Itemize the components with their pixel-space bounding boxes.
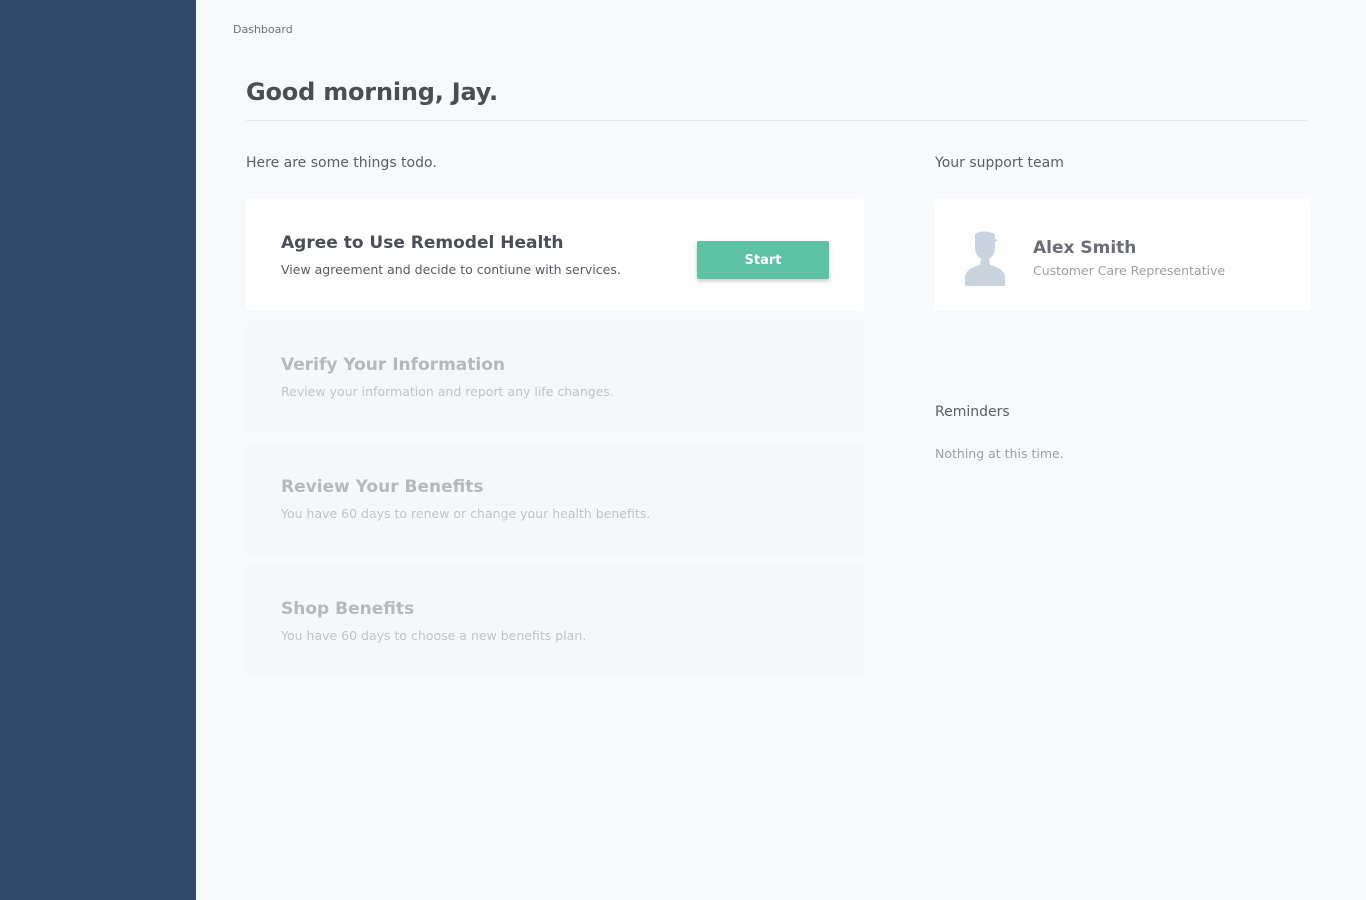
- reminders-empty-text: Nothing at this time.: [935, 446, 1064, 461]
- task-description: You have 60 days to choose a new benefit…: [281, 628, 587, 643]
- main-content: Dashboard Good morning, Jay. Here are so…: [196, 0, 1366, 900]
- start-button[interactable]: Start: [697, 241, 829, 279]
- support-agent-card[interactable]: Alex Smith Customer Care Representative: [935, 199, 1311, 311]
- page-title: Good morning, Jay.: [246, 78, 498, 106]
- task-description: View agreement and decide to contiune wi…: [281, 262, 621, 277]
- task-description: You have 60 days to renew or change your…: [281, 506, 651, 521]
- sidebar: [0, 0, 196, 900]
- breadcrumb[interactable]: Dashboard: [233, 23, 293, 36]
- task-card-verify-information: Verify Your Information Review your info…: [246, 321, 864, 433]
- task-title: Review Your Benefits: [281, 477, 484, 497]
- task-title: Agree to Use Remodel Health: [281, 233, 564, 253]
- title-divider: [246, 120, 1307, 121]
- task-card-review-benefits: Review Your Benefits You have 60 days to…: [246, 443, 864, 555]
- support-team-heading: Your support team: [935, 155, 1064, 171]
- task-description: Review your information and report any l…: [281, 384, 614, 399]
- person-silhouette-icon: [965, 231, 1005, 286]
- agent-name: Alex Smith: [1033, 238, 1137, 258]
- task-title: Verify Your Information: [281, 355, 506, 375]
- reminders-heading: Reminders: [935, 404, 1010, 420]
- todo-heading: Here are some things todo.: [246, 155, 437, 171]
- agent-role: Customer Care Representative: [1033, 263, 1226, 278]
- task-card-agree: Agree to Use Remodel Health View agreeme…: [246, 199, 864, 311]
- task-title: Shop Benefits: [281, 599, 415, 619]
- task-card-shop-benefits: Shop Benefits You have 60 days to choose…: [246, 565, 864, 677]
